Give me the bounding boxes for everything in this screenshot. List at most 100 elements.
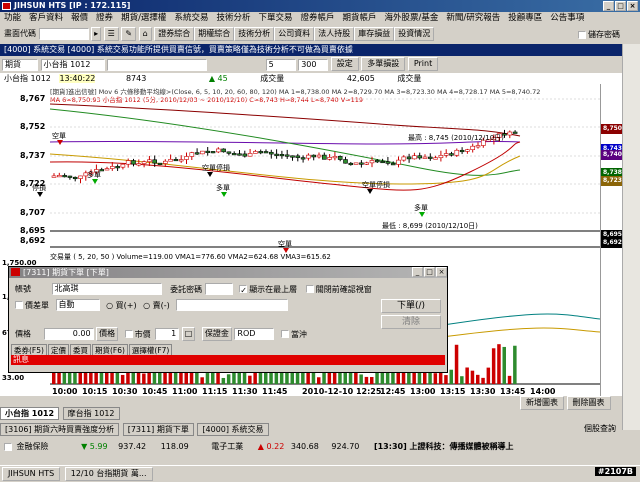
status-val-5: 340.68 xyxy=(290,442,319,451)
toolbar-btn-0[interactable]: 證券綜合 xyxy=(154,27,195,41)
candle xyxy=(412,155,417,160)
menu-item-1[interactable]: 客戶資料 xyxy=(29,13,63,23)
contract-select[interactable] xyxy=(176,299,289,311)
price-tag-6: 8,692 xyxy=(601,238,623,248)
app-icon xyxy=(2,2,11,10)
tab-msci[interactable]: 摩台指 1012 xyxy=(62,407,120,420)
qty-input[interactable]: 1 xyxy=(155,328,180,340)
menu-item-0[interactable]: 功能 xyxy=(4,13,21,23)
volume-bar xyxy=(364,376,369,384)
rod-select[interactable]: ROD xyxy=(234,328,275,340)
candle xyxy=(311,154,317,158)
dlg-close[interactable]: × xyxy=(436,267,447,277)
signal-marker xyxy=(57,140,63,145)
confirm-close-checkbox[interactable]: 關閉前確認視窗 xyxy=(305,285,372,294)
y-tick-6: 8,692 xyxy=(20,236,46,245)
type-select[interactable]: 期貨 xyxy=(2,59,38,71)
candle xyxy=(327,157,332,160)
tb-icon-1[interactable]: ☰ xyxy=(103,27,119,41)
maximize-button[interactable]: □ xyxy=(615,1,626,11)
status-val-4: ▲ 0.22 xyxy=(257,442,285,451)
strategy-button[interactable]: 多單損設 xyxy=(361,57,406,71)
menu-item-6[interactable]: 技術分析 xyxy=(216,13,250,23)
bars-input[interactable]: 300 xyxy=(298,59,329,71)
info-volume-label: 成交量 xyxy=(260,74,285,83)
candle xyxy=(343,159,348,164)
sell-radio[interactable]: ○ 賣(-) xyxy=(143,301,170,310)
price-input[interactable]: 0.00 xyxy=(43,328,94,340)
x-tick-11: 13:15 xyxy=(440,387,466,396)
buy-radio[interactable]: ○ 買(+) xyxy=(106,301,136,310)
menu-item-5[interactable]: 系統交易 xyxy=(174,13,208,23)
account-label: 帳號 xyxy=(15,284,31,294)
candle xyxy=(295,155,301,158)
tb-icon-3[interactable]: ⌂ xyxy=(138,27,152,41)
news-ticker[interactable]: [13:30] 上證科技：傳播媒體被稱導上 xyxy=(374,442,514,451)
dlg-minimize[interactable]: _ xyxy=(412,267,423,277)
wtab-3106[interactable]: [3106] 期貨六時買賣強度分析 xyxy=(0,423,120,436)
task-chart[interactable]: 12/10 台指期貨 萬... xyxy=(64,467,153,481)
password-input[interactable] xyxy=(204,283,233,295)
candle xyxy=(406,156,412,160)
show-top-checkbox[interactable]: ✓ 顯示在最上層 xyxy=(239,285,297,295)
settings-button[interactable]: 設定 xyxy=(330,57,359,71)
toolbar-btn-6[interactable]: 投資情況 xyxy=(394,27,435,41)
go-button[interactable]: ▸ xyxy=(91,27,102,41)
toolbar-btn-3[interactable]: 公司資料 xyxy=(274,27,315,41)
code-input[interactable] xyxy=(38,27,89,40)
minimize-button[interactable]: _ xyxy=(603,1,614,11)
tab-mtx[interactable]: 小台指 1012 xyxy=(0,407,60,420)
menu-item-13[interactable]: 公告事項 xyxy=(550,13,584,23)
ma-line-1 xyxy=(49,103,521,137)
print-button[interactable]: Print xyxy=(407,57,439,71)
candle xyxy=(120,163,126,168)
menu-item-2[interactable]: 報價 xyxy=(71,13,88,23)
spread-checkbox[interactable]: 價差單 xyxy=(15,301,49,310)
price-button[interactable]: 價格 xyxy=(96,327,119,341)
toolbar-btn-5[interactable]: 庫存損益 xyxy=(354,27,395,41)
menu-item-12[interactable]: 投顧專區 xyxy=(508,13,542,23)
symbol-select[interactable]: 小台指 1012 xyxy=(40,59,105,71)
save-password-checkbox[interactable]: 儲存密碼 xyxy=(578,29,620,40)
dlg-maximize[interactable]: □ xyxy=(424,267,435,277)
period-input[interactable]: 5 xyxy=(265,59,296,71)
menu-item-11[interactable]: 新聞/研究報告 xyxy=(446,13,500,23)
price-tag-0: 8,750.93 xyxy=(601,124,623,134)
y-tick-1: 8,752 xyxy=(20,122,46,131)
daytrade-checkbox[interactable]: 當沖 xyxy=(280,330,307,339)
candle xyxy=(374,160,380,163)
menu-item-10[interactable]: 海外股票/基金 xyxy=(385,13,439,23)
toolbar-btn-4[interactable]: 法人持股 xyxy=(314,27,355,41)
candle xyxy=(231,153,237,156)
wtab-7311[interactable]: [7311] 期貨下單 xyxy=(122,423,194,436)
menu-item-4[interactable]: 期貨/選擇權 xyxy=(121,13,166,23)
volume-bar xyxy=(221,377,226,384)
wtab-4000[interactable]: [4000] 系統交易 xyxy=(197,423,269,436)
x-tick-3: 10:45 xyxy=(142,387,168,396)
toolbar-btn-2[interactable]: 技術分析 xyxy=(234,27,275,41)
volume-bar xyxy=(343,372,347,384)
menu-item-8[interactable]: 證券帳戶 xyxy=(300,13,334,23)
menu-item-9[interactable]: 期貨帳戶 xyxy=(343,13,377,23)
close-button[interactable]: × xyxy=(627,1,638,11)
qty-button[interactable]: □ xyxy=(181,327,196,341)
market-checkbox[interactable]: 市價 xyxy=(124,330,151,339)
interval-select[interactable] xyxy=(107,59,208,71)
task-app[interactable]: JIHSUN HTS xyxy=(2,467,61,481)
cond-label[interactable]: 保證金 xyxy=(201,327,232,341)
tb-icon-2[interactable]: ✎ xyxy=(121,27,137,41)
place-order-button[interactable]: 下單(/) xyxy=(381,299,441,313)
menu-item-7[interactable]: 下單交易 xyxy=(258,13,292,23)
clear-button[interactable]: 清除 xyxy=(381,315,441,329)
auto-select[interactable]: 自動 xyxy=(55,299,100,311)
vertical-scrollbar[interactable] xyxy=(622,44,640,430)
y-tick-2: 8,737 xyxy=(20,151,46,160)
vol-tick-3: 33.00 xyxy=(2,374,25,382)
candle xyxy=(194,152,200,155)
toolbar-btn-1[interactable]: 期權綜合 xyxy=(194,27,235,41)
account-select[interactable]: 北高琪 xyxy=(51,283,162,295)
ma-line-5 xyxy=(49,141,521,191)
info-time: 13:40:22 xyxy=(59,74,96,83)
menu-item-3[interactable]: 證券 xyxy=(96,13,113,23)
candle xyxy=(321,154,327,160)
